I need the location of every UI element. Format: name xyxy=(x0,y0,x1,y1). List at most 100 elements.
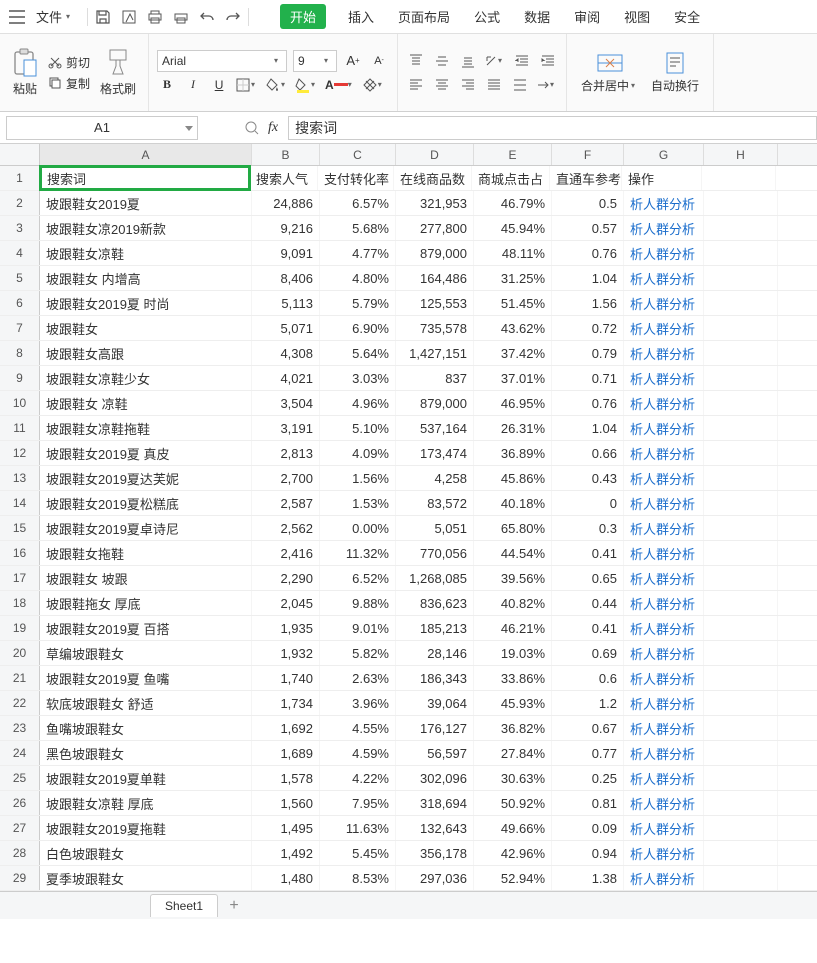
col-header-g[interactable]: G xyxy=(624,144,704,165)
cell[interactable]: 1.56% xyxy=(320,466,396,490)
analysis-link[interactable]: 析人群分析 xyxy=(624,766,704,790)
cell[interactable] xyxy=(704,591,778,615)
cell[interactable]: 0.79 xyxy=(552,341,624,365)
cell[interactable] xyxy=(704,266,778,290)
rtl-button[interactable]: ▾ xyxy=(536,78,558,92)
indent-left-icon[interactable] xyxy=(512,51,532,71)
cell[interactable]: 0.41 xyxy=(552,541,624,565)
cell[interactable]: 42.96% xyxy=(474,841,552,865)
cell[interactable]: 46.21% xyxy=(474,616,552,640)
row-header[interactable]: 20 xyxy=(0,641,40,665)
cell[interactable]: 坡跟鞋女2019夏 时尚 xyxy=(40,291,252,315)
analysis-link[interactable]: 析人群分析 xyxy=(624,816,704,840)
cell[interactable]: 173,474 xyxy=(396,441,474,465)
row-header[interactable]: 29 xyxy=(0,866,40,890)
cell[interactable] xyxy=(704,666,778,690)
cell[interactable]: 1,495 xyxy=(252,816,320,840)
cell[interactable]: 176,127 xyxy=(396,716,474,740)
cell[interactable]: 50.92% xyxy=(474,791,552,815)
cell[interactable]: 39.56% xyxy=(474,566,552,590)
cell[interactable]: 0.25 xyxy=(552,766,624,790)
analysis-link[interactable]: 析人群分析 xyxy=(624,541,704,565)
analysis-link[interactable]: 析人群分析 xyxy=(624,266,704,290)
cell[interactable] xyxy=(704,391,778,415)
row-header[interactable]: 3 xyxy=(0,216,40,240)
cell[interactable]: 坡跟鞋女 坡跟 xyxy=(40,566,252,590)
cell[interactable]: 4.59% xyxy=(320,741,396,765)
cell[interactable]: 坡跟鞋女2019夏拖鞋 xyxy=(40,816,252,840)
print-direct-icon[interactable] xyxy=(173,9,189,25)
cell[interactable]: 坡跟鞋女凉鞋少女 xyxy=(40,366,252,390)
cell[interactable] xyxy=(704,691,778,715)
cell[interactable]: 46.79% xyxy=(474,191,552,215)
cell[interactable]: 3,191 xyxy=(252,416,320,440)
underline-icon[interactable]: U xyxy=(209,75,229,95)
row-header[interactable]: 21 xyxy=(0,666,40,690)
cell[interactable] xyxy=(704,416,778,440)
row-header[interactable]: 7 xyxy=(0,316,40,340)
cell[interactable]: 318,694 xyxy=(396,791,474,815)
cell[interactable]: 坡跟鞋女2019夏单鞋 xyxy=(40,766,252,790)
cell[interactable]: 坡跟鞋女2019夏松糕底 xyxy=(40,491,252,515)
row-header[interactable]: 4 xyxy=(0,241,40,265)
row-header[interactable]: 6 xyxy=(0,291,40,315)
cell[interactable]: 5.45% xyxy=(320,841,396,865)
cell[interactable]: 黑色坡跟鞋女 xyxy=(40,741,252,765)
cell[interactable]: 2,416 xyxy=(252,541,320,565)
row-header[interactable]: 27 xyxy=(0,816,40,840)
cell[interactable]: 坡跟鞋女2019夏 百搭 xyxy=(40,616,252,640)
cell[interactable]: 132,643 xyxy=(396,816,474,840)
analysis-link[interactable]: 析人群分析 xyxy=(624,216,704,240)
cell[interactable]: 879,000 xyxy=(396,241,474,265)
sheet-tab[interactable]: Sheet1 xyxy=(150,894,218,917)
align-bottom-icon[interactable] xyxy=(458,51,478,71)
cell[interactable]: 125,553 xyxy=(396,291,474,315)
cell[interactable]: 770,056 xyxy=(396,541,474,565)
cell[interactable]: 夏季坡跟鞋女 xyxy=(40,866,252,890)
font-name-select[interactable]: Arial▾ xyxy=(157,50,287,72)
cell[interactable]: 1,932 xyxy=(252,641,320,665)
cell[interactable]: 坡跟鞋女 xyxy=(40,316,252,340)
fill-color-button[interactable]: ▾ xyxy=(295,77,319,93)
analysis-link[interactable]: 析人群分析 xyxy=(624,291,704,315)
analysis-link[interactable]: 析人群分析 xyxy=(624,841,704,865)
merge-center-button[interactable]: 合并居中▾ xyxy=(575,38,645,107)
cell[interactable] xyxy=(704,841,778,865)
cell[interactable]: 1.56 xyxy=(552,291,624,315)
row-header[interactable]: 28 xyxy=(0,841,40,865)
cell[interactable]: 6.52% xyxy=(320,566,396,590)
align-justify-icon[interactable] xyxy=(484,75,504,95)
tab-security[interactable]: 安全 xyxy=(672,3,702,30)
cell[interactable]: 1.38 xyxy=(552,866,624,890)
row-header[interactable]: 16 xyxy=(0,541,40,565)
cell[interactable]: 0.65 xyxy=(552,566,624,590)
cell[interactable]: 8,406 xyxy=(252,266,320,290)
cell[interactable]: 2,045 xyxy=(252,591,320,615)
cell[interactable]: 0.57 xyxy=(552,216,624,240)
cell[interactable]: 277,800 xyxy=(396,216,474,240)
cell[interactable]: 搜索词 xyxy=(39,165,251,191)
add-sheet-button[interactable]: + xyxy=(222,894,246,918)
col-header-f[interactable]: F xyxy=(552,144,624,165)
cell[interactable]: 草编坡跟鞋女 xyxy=(40,641,252,665)
distribute-icon[interactable] xyxy=(510,75,530,95)
row-header[interactable]: 15 xyxy=(0,516,40,540)
cell[interactable]: 在线商品数 xyxy=(394,166,472,190)
analysis-link[interactable]: 析人群分析 xyxy=(624,191,704,215)
analysis-link[interactable]: 析人群分析 xyxy=(624,241,704,265)
col-header-h[interactable]: H xyxy=(704,144,778,165)
cell[interactable]: 1,689 xyxy=(252,741,320,765)
cell[interactable]: 24,886 xyxy=(252,191,320,215)
cell[interactable]: 0.77 xyxy=(552,741,624,765)
cell[interactable]: 0.81 xyxy=(552,791,624,815)
cell[interactable] xyxy=(704,541,778,565)
cell[interactable]: 坡跟鞋女 内增高 xyxy=(40,266,252,290)
cell[interactable]: 40.18% xyxy=(474,491,552,515)
file-menu[interactable]: 文件 ▾ xyxy=(30,5,80,28)
cell[interactable] xyxy=(704,441,778,465)
cancel-icon[interactable] xyxy=(244,120,260,136)
cell[interactable]: 0.44 xyxy=(552,591,624,615)
cell[interactable]: 2.63% xyxy=(320,666,396,690)
italic-icon[interactable]: I xyxy=(183,75,203,95)
cell[interactable]: 0.71 xyxy=(552,366,624,390)
